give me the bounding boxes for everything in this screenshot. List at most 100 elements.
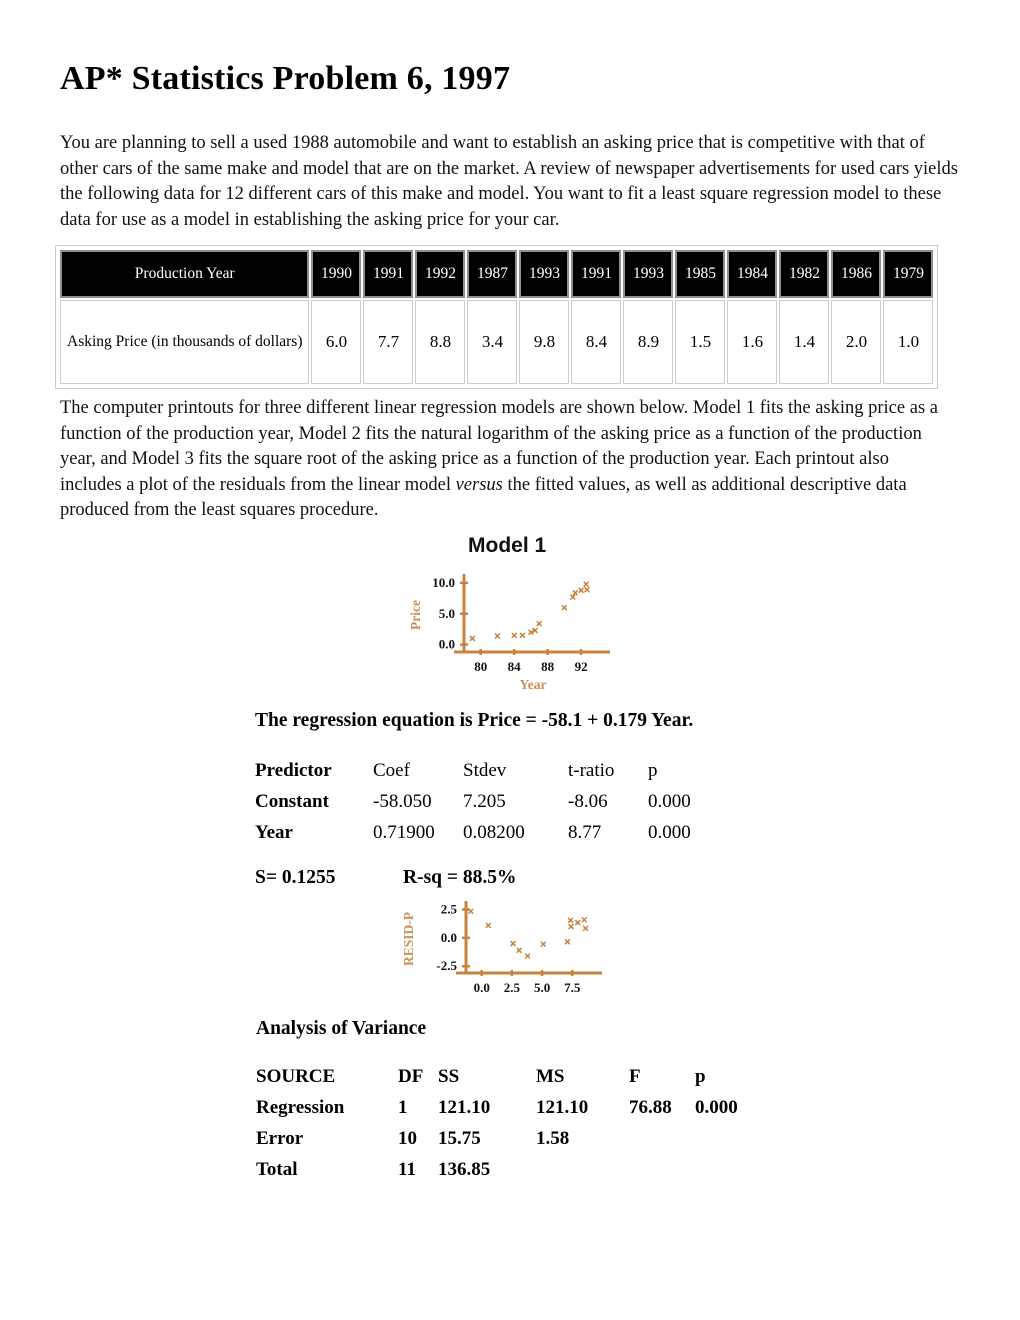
x-axis-tick-label: 88	[541, 659, 555, 674]
intro-paragraph: You are planning to sell a used 1988 aut…	[60, 133, 958, 230]
y-axis-title: RESID-P	[401, 912, 416, 966]
cell-ss: 121.10	[438, 1097, 491, 1118]
cell-f: 76.88	[629, 1097, 672, 1118]
y-axis-tick-label: -2.5	[436, 958, 457, 973]
row-header-asking-price: Asking Price (in thousands of dollars)	[60, 300, 310, 384]
table-cell-year: 1992	[415, 250, 466, 298]
table-cell-year: 1993	[623, 250, 674, 298]
col-header-source: SOURCE	[256, 1066, 336, 1087]
cell-df: 11	[398, 1159, 416, 1180]
col-header-p: p	[695, 1066, 706, 1087]
cell-p	[695, 1128, 755, 1159]
col-header-df: DF	[398, 1066, 424, 1087]
anova-table: SOURCE DF SS MS F p Regression 1 121.10 …	[256, 1066, 755, 1190]
col-header-t-ratio: t-ratio	[568, 760, 615, 781]
cell-f	[629, 1159, 695, 1190]
col-header-ms: MS	[536, 1066, 565, 1087]
table-cell-year: 1987	[467, 250, 518, 298]
col-header-ss: SS	[438, 1066, 460, 1087]
cell-p: 0.000	[695, 1097, 738, 1118]
x-axis-tick-label: 2.5	[504, 980, 521, 995]
anova-heading: Analysis of Variance	[256, 1018, 427, 1039]
cell-p	[695, 1159, 755, 1190]
printouts-paragraph: The computer printouts for three differe…	[60, 396, 948, 524]
x-axis-tick-label: 84	[508, 659, 522, 674]
residual-vs-fitted-chart: -2.5 0.0 2.5 0.0 2.5 5.0 7.5 RESID-P	[401, 901, 602, 995]
table-cell-year: 1982	[779, 250, 830, 298]
col-header-predictor: Predictor	[255, 760, 332, 781]
regression-equation-line: The regression equation is Price = -58.1…	[255, 710, 694, 731]
printouts-paragraph-versus: versus	[455, 474, 503, 495]
document-page: AP* Statistics Problem 6, 1997 You are p…	[0, 0, 1020, 1320]
table-cell-price: 1.5	[675, 300, 726, 384]
cell-predictor: Year	[255, 822, 293, 843]
scatter-data-points	[469, 581, 590, 642]
table-row: Constant -58.050 7.205 -8.06 0.000	[255, 791, 718, 822]
table-cell-price: 1.0	[883, 300, 934, 384]
residual-data-points	[468, 908, 589, 959]
x-axis-tick-label: 7.5	[564, 980, 581, 995]
table-row: Regression 1 121.10 121.10 76.88 0.000	[256, 1097, 755, 1128]
cell-source: Total	[256, 1159, 298, 1180]
cell-coef: -58.050	[373, 791, 432, 812]
x-axis-title: Year	[520, 677, 547, 692]
table-row-header: Predictor Coef Stdev t-ratio p	[255, 760, 718, 791]
scatter-axis-labels: 0.0 5.0 10.0 80 84 88 92 Price Year	[408, 575, 588, 692]
cell-f	[629, 1128, 695, 1159]
table-cell-year: 1979	[883, 250, 934, 298]
table-row: Error 10 15.75 1.58	[256, 1128, 755, 1159]
y-axis-tick-label: 10.0	[432, 575, 455, 590]
scatter-axes	[454, 574, 610, 655]
cell-p: 0.000	[648, 822, 691, 843]
cell-stdev: 0.08200	[463, 822, 525, 843]
cell-ms	[536, 1159, 629, 1190]
table-cell-year: 1991	[363, 250, 414, 298]
cell-source: Regression	[256, 1097, 345, 1118]
cell-t-ratio: 8.77	[568, 822, 602, 843]
cell-source: Error	[256, 1128, 304, 1149]
table-cell-price: 6.0	[311, 300, 362, 384]
table-cell-year: 1990	[311, 250, 362, 298]
coefficients-table: Predictor Coef Stdev t-ratio p Constant …	[255, 760, 718, 853]
cell-stdev: 7.205	[463, 791, 506, 812]
s-and-rsq-line: S= 0.1255 R-sq = 88.5%	[255, 867, 517, 889]
table-cell-price: 3.4	[467, 300, 518, 384]
residual-axes	[456, 901, 602, 976]
table-cell-year: 1986	[831, 250, 882, 298]
y-axis-title: Price	[408, 600, 423, 630]
table-cell-price: 8.4	[571, 300, 622, 384]
table-cell-year: 1984	[727, 250, 778, 298]
table-cell-year: 1993	[519, 250, 570, 298]
y-axis-tick-label: 0.0	[441, 930, 457, 945]
car-data-table: Production Year 1990 1991 1992 1987 1993…	[55, 245, 939, 389]
table-cell-price: 2.0	[831, 300, 882, 384]
cell-predictor: Constant	[255, 791, 329, 812]
col-header-f: F	[629, 1066, 641, 1087]
x-axis-tick-label: 80	[474, 659, 487, 674]
table-cell-price: 1.6	[727, 300, 778, 384]
s-value: S= 0.1255	[255, 867, 336, 888]
cell-ss: 136.85	[438, 1159, 491, 1180]
table-row-production-year: Production Year 1990 1991 1992 1987 1993…	[60, 250, 934, 298]
cell-ms: 1.58	[536, 1128, 570, 1149]
table-cell-price: 8.8	[415, 300, 466, 384]
x-axis-tick-label: 92	[575, 659, 588, 674]
cell-ss: 15.75	[438, 1128, 481, 1149]
col-header-p: p	[648, 760, 658, 781]
table-row: Year 0.71900 0.08200 8.77 0.000	[255, 822, 718, 853]
col-header-coef: Coef	[373, 760, 410, 781]
y-axis-tick-label: 0.0	[439, 637, 455, 652]
x-axis-tick-label: 5.0	[534, 980, 550, 995]
price-vs-year-scatter-chart: 0.0 5.0 10.0 80 84 88 92 Price Year	[408, 574, 610, 692]
table-row-asking-price: Asking Price (in thousands of dollars) 6…	[60, 300, 934, 384]
cell-df: 1	[398, 1097, 408, 1118]
model1-heading: Model 1	[468, 534, 547, 557]
table-row: Total 11 136.85	[256, 1159, 755, 1190]
row-header-production-year: Production Year	[60, 250, 310, 298]
cell-p: 0.000	[648, 791, 691, 812]
col-header-stdev: Stdev	[463, 760, 507, 781]
residual-axis-labels: -2.5 0.0 2.5 0.0 2.5 5.0 7.5 RESID-P	[401, 902, 581, 995]
page-title: AP* Statistics Problem 6, 1997	[60, 60, 511, 97]
x-axis-tick-label: 0.0	[474, 980, 490, 995]
table-cell-price: 1.4	[779, 300, 830, 384]
